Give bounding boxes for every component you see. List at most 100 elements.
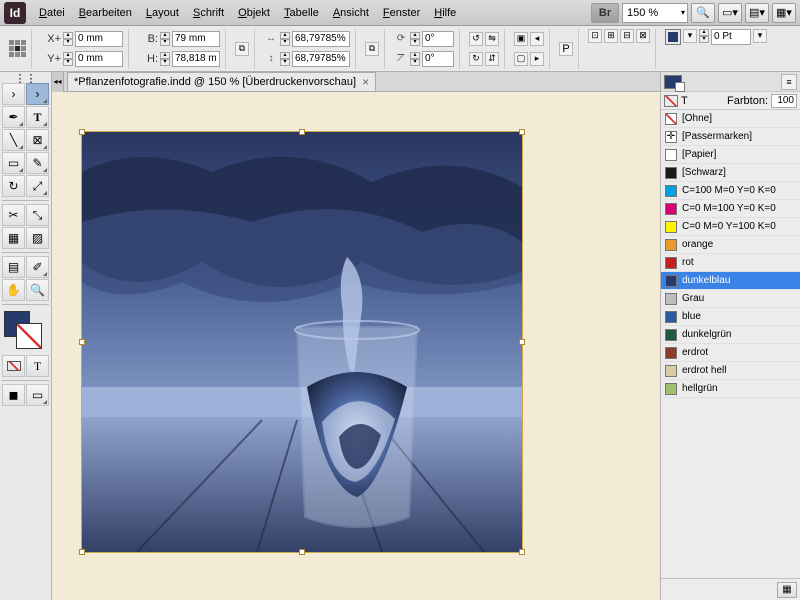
shear-spinner[interactable]: ▴▾ (410, 52, 420, 66)
hand-tool[interactable]: ✋ (2, 279, 25, 301)
fill-dropdown-icon[interactable]: ▾ (683, 29, 697, 43)
fill-swatch-mini[interactable] (665, 29, 681, 45)
stroke-weight-input[interactable] (711, 29, 751, 45)
swatch-row[interactable]: C=0 M=0 Y=100 K=0 (661, 218, 800, 236)
arrange-icon[interactable]: ▤▾ (745, 3, 769, 23)
gradient-tool[interactable]: ▦ (2, 227, 25, 249)
apply-color-icon[interactable]: ◼ (2, 384, 25, 406)
menu-earbeiten[interactable]: Bearbeiten (72, 7, 139, 19)
w-spinner[interactable]: ▴▾ (160, 32, 170, 46)
handle-bot-mid[interactable] (299, 549, 305, 555)
swatch-row[interactable]: dunkelblau (661, 272, 800, 290)
formatting-affects-text-icon[interactable]: T (26, 355, 49, 377)
panel-menu-icon[interactable]: ≡ (781, 74, 797, 90)
flip-v-icon[interactable]: ⇵ (485, 52, 499, 66)
zoom-select[interactable]: 150 % (622, 3, 688, 23)
swatch-row[interactable]: ✛[Passermarken] (661, 128, 800, 146)
scale-tool[interactable]: ⤢ (26, 175, 49, 197)
pencil-tool[interactable]: ✎ (26, 152, 49, 174)
frame-tool[interactable]: ⊠ (26, 129, 49, 151)
rotate-cw-icon[interactable]: ↻ (469, 52, 483, 66)
fit-prop-icon[interactable]: ⊠ (636, 29, 650, 43)
swatch-row[interactable]: rot (661, 254, 800, 272)
zoom-tool[interactable]: 🔍 (26, 279, 49, 301)
link-scale-icon[interactable]: ⧉ (365, 42, 379, 56)
handle-top-left[interactable] (79, 129, 85, 135)
text-fill-icon[interactable]: T (681, 95, 695, 107)
menu-atei[interactable]: Datei (32, 7, 72, 19)
free-transform-tool[interactable]: ⤡ (26, 204, 49, 226)
rotate-tool[interactable]: ↻ (2, 175, 25, 197)
stroke-swatch[interactable] (16, 323, 42, 349)
screen-mode-tool[interactable]: ▭ (26, 384, 49, 406)
direct-select-tool[interactable]: › (26, 83, 49, 105)
x-input[interactable] (75, 31, 123, 47)
swatch-row[interactable]: orange (661, 236, 800, 254)
menu-ayout[interactable]: Layout (139, 7, 186, 19)
rect-tool[interactable]: ▭ (2, 152, 25, 174)
selection-tool[interactable]: › (2, 83, 25, 105)
swatch-row[interactable]: dunkelgrün (661, 326, 800, 344)
search-icon[interactable]: 🔍 (691, 3, 715, 23)
swatch-row[interactable]: C=0 M=100 Y=0 K=0 (661, 200, 800, 218)
header-fill-swatch[interactable] (664, 75, 682, 89)
sy-spinner[interactable]: ▴▾ (280, 52, 290, 66)
rotate-input[interactable] (422, 31, 454, 47)
menu-enster[interactable]: Fenster (376, 7, 427, 19)
handle-top-mid[interactable] (299, 129, 305, 135)
bridge-button[interactable]: Br (591, 3, 619, 23)
menu-chrift[interactable]: Schrift (186, 7, 231, 19)
swatch-row[interactable]: C=100 M=0 Y=0 K=0 (661, 182, 800, 200)
canvas[interactable] (52, 92, 660, 600)
shear-input[interactable] (422, 51, 454, 67)
w-input[interactable] (172, 31, 220, 47)
swatch-row[interactable]: [Schwarz] (661, 164, 800, 182)
sx-spinner[interactable]: ▴▾ (280, 32, 290, 46)
stroke-weight-spinner[interactable]: ▴▾ (699, 29, 709, 69)
close-tab-icon[interactable]: × (362, 75, 369, 89)
handle-mid-left[interactable] (79, 339, 85, 345)
workspace-icon[interactable]: ▦▾ (772, 3, 796, 23)
scissors-tool[interactable]: ✂ (2, 204, 25, 226)
rotate-spinner[interactable]: ▴▾ (410, 32, 420, 46)
fit-frame-icon[interactable]: ⊞ (604, 29, 618, 43)
select-content-icon[interactable]: ▣ (514, 32, 528, 46)
swatch-row[interactable]: hellgrün (661, 380, 800, 398)
handle-bot-right[interactable] (519, 549, 525, 555)
handle-bot-left[interactable] (79, 549, 85, 555)
eyedropper-tool[interactable]: ✐ (26, 256, 49, 278)
collapse-panels-icon[interactable]: ◂◂ (52, 72, 64, 92)
stroke-weight-dropdown[interactable]: ▾ (753, 29, 767, 43)
menu-abelle[interactable]: Tabelle (277, 7, 326, 19)
document-tab[interactable]: *Pflanzenfotografie.indd @ 150 % [Überdr… (67, 72, 376, 91)
pen-tool[interactable]: ✒ (2, 106, 25, 128)
type-tool[interactable]: T (26, 106, 49, 128)
flip-h-icon[interactable]: ⇋ (485, 32, 499, 46)
link-wh-icon[interactable]: ⧉ (235, 42, 249, 56)
screen-mode-icon[interactable]: ▭▾ (718, 3, 742, 23)
menu-ilfe[interactable]: Hilfe (427, 7, 463, 19)
menu-nsicht[interactable]: Ansicht (326, 7, 376, 19)
new-swatch-icon[interactable]: ▦ (777, 582, 797, 598)
container-fill-icon[interactable] (664, 95, 678, 107)
rotate-ccw-icon[interactable]: ↺ (469, 32, 483, 46)
handle-top-right[interactable] (519, 129, 525, 135)
handle-mid-right[interactable] (519, 339, 525, 345)
text-wrap-icon[interactable]: P (559, 42, 573, 56)
y-spinner[interactable]: ▴▾ (63, 52, 73, 66)
line-tool[interactable]: ╲ (2, 129, 25, 151)
scale-x-input[interactable] (292, 31, 350, 47)
select-prev-icon[interactable]: ◂ (530, 32, 544, 46)
select-next-icon[interactable]: ▸ (530, 52, 544, 66)
apply-fill-icon[interactable] (2, 355, 25, 377)
x-spinner[interactable]: ▴▾ (63, 32, 73, 46)
toolbox-grip[interactable]: ⋮⋮ (2, 74, 49, 82)
reference-point-grid[interactable] (9, 40, 26, 57)
swatch-row[interactable]: blue (661, 308, 800, 326)
fit-content-icon[interactable]: ⊡ (588, 29, 602, 43)
h-spinner[interactable]: ▴▾ (160, 52, 170, 66)
gradient-feather-tool[interactable]: ▨ (26, 227, 49, 249)
note-tool[interactable]: ▤ (2, 256, 25, 278)
swatch-row[interactable]: [Ohne] (661, 110, 800, 128)
menu-bjekt[interactable]: Objekt (231, 7, 277, 19)
